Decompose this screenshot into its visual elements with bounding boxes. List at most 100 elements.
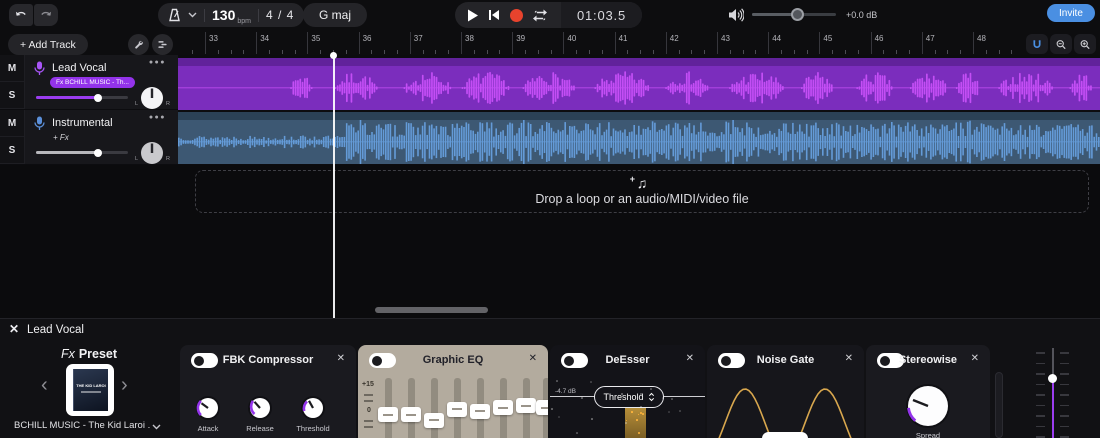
eq-band-slider[interactable] bbox=[493, 400, 513, 415]
tempo-display[interactable]: 130 bpm bbox=[212, 7, 251, 23]
track1-audio-clip[interactable] bbox=[178, 66, 1100, 110]
close-panel-button[interactable]: ✕ bbox=[9, 322, 19, 336]
eq-band-slider[interactable] bbox=[536, 400, 548, 415]
output-fader-thumb[interactable] bbox=[1048, 374, 1057, 383]
ruler-minor-tick bbox=[627, 50, 628, 54]
speaker-icon[interactable] bbox=[729, 8, 744, 22]
key-label: G maj bbox=[319, 8, 351, 22]
fx-rack-scrollbar[interactable] bbox=[995, 372, 1003, 438]
invite-button[interactable]: Invite bbox=[1047, 4, 1095, 22]
track1-pan-knob[interactable] bbox=[139, 85, 165, 111]
ruler-minor-tick bbox=[755, 50, 756, 54]
ruler-minor-tick bbox=[525, 50, 526, 54]
ruler-bar-label: 48 bbox=[977, 34, 986, 43]
play-button[interactable] bbox=[467, 9, 478, 22]
ruler-bar-label: 37 bbox=[414, 34, 423, 43]
tempo-settings[interactable]: 130 bpm 4 / 4 bbox=[158, 3, 304, 27]
ruler-bar-tick bbox=[512, 32, 513, 54]
track1-solo-button[interactable]: S bbox=[0, 82, 25, 109]
timeline-ruler[interactable]: 33343536373839404142434445464748 bbox=[178, 30, 1100, 55]
master-db-label: +0.0 dB bbox=[846, 10, 877, 20]
ruler-minor-tick bbox=[896, 50, 897, 54]
redo-button[interactable] bbox=[34, 4, 58, 26]
sparkle-dot bbox=[640, 406, 642, 408]
key-selector[interactable]: G maj bbox=[303, 3, 367, 27]
track2-pan-knob[interactable] bbox=[139, 140, 165, 166]
track1-menu-button[interactable]: ●●● bbox=[149, 59, 166, 66]
track1-fx-badge[interactable]: Fx BCHILL MUSIC - Th... bbox=[50, 77, 135, 88]
sparkle-dot bbox=[625, 422, 627, 424]
noise-gate-title: Noise Gate bbox=[707, 354, 864, 366]
snap-button[interactable] bbox=[1026, 34, 1048, 54]
release-knob[interactable] bbox=[247, 395, 273, 421]
horizontal-scrollbar[interactable] bbox=[375, 307, 488, 313]
eq-band-slider[interactable] bbox=[516, 398, 536, 413]
ruler-minor-tick bbox=[371, 50, 372, 54]
threshold-knob[interactable] bbox=[300, 395, 326, 421]
track2-menu-button[interactable]: ●●● bbox=[149, 114, 166, 121]
spread-knob[interactable] bbox=[905, 383, 951, 429]
time-display[interactable]: 01:03.5 bbox=[561, 2, 642, 28]
ruler-minor-tick bbox=[883, 50, 884, 54]
eq-band-slider[interactable] bbox=[401, 407, 421, 422]
ruler-minor-tick bbox=[999, 50, 1000, 54]
master-volume-thumb[interactable] bbox=[791, 8, 804, 21]
fader-tick bbox=[1036, 352, 1045, 354]
track1-volume-slider[interactable] bbox=[36, 96, 128, 99]
eq-band-track[interactable] bbox=[431, 378, 438, 438]
track2-solo-button[interactable]: S bbox=[0, 137, 25, 164]
preset-dropdown[interactable]: BCHILL MUSIC - The Kid Laroi ... bbox=[14, 420, 150, 431]
preset-artwork[interactable]: THE KID LAROI bbox=[66, 364, 114, 416]
record-button[interactable] bbox=[510, 9, 523, 22]
noise-gate-control-button[interactable] bbox=[762, 432, 808, 438]
preset-prev-button[interactable]: ‹ bbox=[41, 375, 48, 395]
track2-audio-clip[interactable] bbox=[178, 120, 1100, 164]
track2-fx-button[interactable]: + Fx bbox=[53, 133, 69, 142]
eq-band-slider[interactable] bbox=[447, 402, 467, 417]
playhead-marker[interactable] bbox=[330, 52, 337, 59]
preset-next-button[interactable]: › bbox=[121, 375, 128, 395]
ruler-bar-label: 33 bbox=[209, 34, 218, 43]
eq-band-slider[interactable] bbox=[424, 413, 444, 428]
time-signature[interactable]: 4 / 4 bbox=[266, 8, 294, 22]
zoom-out-button[interactable] bbox=[1050, 34, 1072, 54]
ruler-minor-tick bbox=[730, 50, 731, 54]
track2-volume-slider[interactable] bbox=[36, 151, 128, 154]
compressor-title: FBK Compressor bbox=[180, 354, 356, 366]
fx-card-noise-gate: Noise Gate ✕ bbox=[707, 345, 864, 438]
eq-band-slider[interactable] bbox=[378, 407, 398, 422]
undo-button[interactable] bbox=[9, 4, 33, 26]
playhead-line[interactable] bbox=[333, 56, 335, 318]
tools-button[interactable] bbox=[128, 34, 149, 55]
fx-card-stereowise: Stereowise ✕ Spread bbox=[866, 345, 990, 438]
ruler-minor-tick bbox=[538, 50, 539, 54]
track1-mute-button[interactable]: M bbox=[0, 55, 25, 82]
fader-tick bbox=[1036, 384, 1045, 386]
ruler-bar-tick bbox=[615, 32, 616, 54]
track2-clip-header[interactable] bbox=[178, 112, 1100, 120]
eq-close-button[interactable]: ✕ bbox=[529, 353, 537, 364]
noise-gate-close-button[interactable]: ✕ bbox=[845, 353, 853, 364]
loop-button[interactable] bbox=[533, 9, 547, 22]
zoom-in-button[interactable] bbox=[1074, 34, 1096, 54]
ruler-minor-tick bbox=[282, 50, 283, 54]
deesser-close-button[interactable]: ✕ bbox=[686, 353, 694, 364]
ruler-bar-tick bbox=[666, 32, 667, 54]
deesser-threshold-selector[interactable]: Threshold bbox=[594, 386, 664, 408]
threshold-label: Threshold bbox=[285, 424, 341, 433]
eq-band-slider[interactable] bbox=[470, 404, 490, 419]
file-drop-zone[interactable]: +♫ Drop a loop or an audio/MIDI/video fi… bbox=[195, 170, 1089, 213]
track2-header[interactable]: Instrumental ●●● + Fx L R bbox=[25, 110, 178, 165]
compressor-close-button[interactable]: ✕ bbox=[337, 353, 345, 364]
skip-to-start-button[interactable] bbox=[488, 9, 500, 21]
track2-mute-button[interactable]: M bbox=[0, 110, 25, 137]
track1-header[interactable]: Lead Vocal ●●● Fx BCHILL MUSIC - Th... L… bbox=[25, 55, 178, 110]
track1-clip-header[interactable] bbox=[178, 58, 1100, 66]
fader-tick bbox=[1060, 352, 1069, 354]
chevron-down-icon[interactable] bbox=[152, 424, 161, 430]
add-track-button[interactable]: + Add Track bbox=[8, 34, 88, 55]
piano-roll-button[interactable] bbox=[152, 34, 173, 55]
attack-knob[interactable] bbox=[195, 395, 221, 421]
magnet-icon bbox=[1032, 38, 1042, 51]
stereowise-close-button[interactable]: ✕ bbox=[971, 353, 979, 364]
